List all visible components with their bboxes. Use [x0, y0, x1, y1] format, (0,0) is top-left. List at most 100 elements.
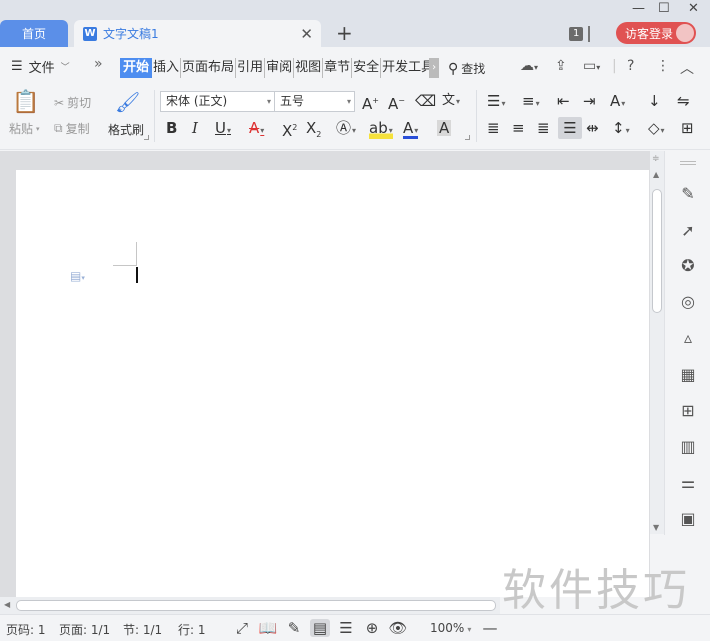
eye-protection-icon[interactable]: 👁 [388, 619, 408, 637]
tab-sections[interactable]: 章节 [323, 58, 353, 78]
scroll-down-icon[interactable]: ▼ [653, 523, 659, 532]
zoom-out-icon[interactable]: — [480, 619, 500, 637]
table-icon[interactable]: ▦ [678, 365, 698, 385]
sort-icon[interactable]: ↓ [648, 93, 661, 109]
login-button[interactable]: 访客登录 [616, 22, 696, 44]
decrease-indent-icon[interactable]: ⇤ [557, 93, 570, 109]
minimize-icon[interactable]: — [632, 1, 645, 16]
font-color-icon[interactable]: A▾ [403, 120, 419, 139]
numbered-list-icon[interactable]: ≡▾ [522, 93, 540, 112]
stack-layers-icon[interactable]: ▵ [678, 328, 698, 348]
text-direction-icon[interactable]: A▾ [610, 93, 625, 112]
tab-insert[interactable]: 插入 [152, 58, 182, 78]
clear-format-icon[interactable]: ⌫ [415, 93, 436, 109]
shrink-font-icon[interactable]: A− [388, 93, 405, 112]
outline-view-icon[interactable]: ☰ [336, 619, 356, 637]
underline-icon[interactable]: U▾ [215, 120, 231, 139]
shapes-icon[interactable]: ◎ [678, 292, 698, 312]
justify-icon[interactable]: ☰ [558, 117, 582, 139]
split-handle-icon[interactable]: ≑ [652, 154, 660, 164]
pen-icon[interactable]: ✎ [678, 184, 698, 204]
vertical-scrollbar[interactable]: ≑ ▲ ▼ [650, 151, 664, 534]
vertical-scroll-thumb[interactable] [652, 189, 662, 313]
highlight-icon[interactable]: ab▾ [369, 120, 393, 139]
phonetic-icon[interactable]: 文▾ [442, 93, 460, 110]
template-icon[interactable]: ▭▾ [583, 58, 600, 74]
bar-chart-icon[interactable]: ▥ [678, 437, 698, 457]
shading-icon[interactable]: ◇▾ [648, 120, 665, 139]
badge-icon[interactable]: ✪ [678, 256, 698, 276]
font-dialog-launcher[interactable] [465, 135, 470, 140]
horizontal-scroll-thumb[interactable] [16, 600, 496, 611]
paragraph-handle-icon[interactable]: ▤▾ [70, 269, 85, 283]
character-shading-icon[interactable]: A [437, 120, 452, 136]
more-options-icon[interactable]: ⋮ [656, 58, 670, 74]
web-view-icon[interactable]: ⊕ [362, 619, 382, 637]
show-marks-icon[interactable]: ⇋ [677, 93, 690, 109]
document-page[interactable]: ▤▾ [16, 170, 649, 597]
collapse-ribbon-icon[interactable]: ︿ [680, 58, 694, 78]
increase-indent-icon[interactable]: ⇥ [583, 93, 596, 109]
page-count-status[interactable]: 页面: 1/1 [59, 621, 110, 638]
align-right-icon[interactable]: ≣ [537, 120, 550, 136]
subscript-icon[interactable]: X2 [306, 120, 321, 143]
section-status[interactable]: 节: 1/1 [123, 621, 162, 638]
document-area[interactable]: ▤▾ [0, 151, 650, 597]
distributed-align-icon[interactable]: ⇹ [586, 120, 599, 136]
find-button[interactable]: ⚲ 查找 [448, 60, 485, 77]
close-window-icon[interactable]: ✕ [688, 1, 699, 16]
apps-grid-icon[interactable]: ⊞ [678, 401, 698, 421]
copy-button[interactable]: ⧉ 复制 [54, 120, 90, 137]
maximize-icon[interactable]: ☐ [658, 1, 670, 16]
tab-page-layout[interactable]: 页面布局 [181, 58, 237, 78]
tab-document[interactable]: W 文字文稿1 ✕ [74, 20, 321, 47]
tab-home[interactable]: 首页 [0, 20, 68, 47]
select-cursor-icon[interactable]: ➚ [678, 221, 698, 241]
cloud-icon[interactable]: ☁▾ [520, 58, 538, 74]
file-menu-button[interactable]: ☰ 文件 ﹀ [11, 57, 70, 76]
tab-developer[interactable]: 开发工具 [381, 58, 429, 78]
settings-sliders-icon[interactable]: ⚌ [678, 473, 698, 493]
expand-menu-icon[interactable]: » [94, 56, 103, 72]
page-view-icon[interactable]: ▤ [310, 619, 330, 637]
bold-icon[interactable]: B [166, 120, 177, 136]
tab-references[interactable]: 引用 [236, 58, 266, 78]
scroll-left-icon[interactable]: ◀ [4, 600, 10, 609]
fullscreen-icon[interactable]: ⤢ [232, 619, 252, 637]
cut-button[interactable]: ✂ 剪切 [54, 94, 91, 111]
borders-icon[interactable]: ⊞ [681, 120, 694, 136]
horizontal-scrollbar[interactable]: ◀ [0, 597, 500, 614]
superscript-icon[interactable]: X2 [282, 120, 297, 139]
font-size-select[interactable]: 五号 ▾ [274, 91, 355, 112]
help-icon[interactable]: ? [627, 58, 634, 74]
format-painter-button[interactable]: 格式刷 [108, 121, 144, 138]
tab-security[interactable]: 安全 [352, 58, 382, 78]
align-left-icon[interactable]: ≣ [487, 120, 500, 136]
italic-icon[interactable]: I [192, 120, 198, 136]
clipboard-dialog-launcher[interactable] [144, 135, 149, 140]
grow-font-icon[interactable]: A+ [362, 93, 379, 112]
tab-view[interactable]: 视图 [294, 58, 324, 78]
panel-drag-handle[interactable] [680, 161, 696, 165]
line-status[interactable]: 行: 1 [178, 621, 206, 638]
scroll-up-icon[interactable]: ▲ [653, 170, 659, 179]
tab-start[interactable]: 开始 [120, 58, 153, 78]
align-center-icon[interactable]: ≡ [512, 120, 525, 136]
read-mode-icon[interactable]: 📖 [258, 619, 278, 637]
font-name-select[interactable]: 宋体 (正文) ▾ [160, 91, 275, 112]
text-effect-icon[interactable]: Ⓐ▾ [336, 120, 356, 139]
line-spacing-icon[interactable]: ↕▾ [612, 120, 630, 139]
zoom-select[interactable]: 100% ▾ [430, 621, 471, 635]
page-number-status[interactable]: 页码: 1 [6, 621, 46, 638]
edit-mode-icon[interactable]: ✎ [284, 619, 304, 637]
paste-icon[interactable]: 📋 [12, 91, 39, 115]
window-count-badge[interactable]: 1 [569, 27, 584, 41]
tabs-scroll-right-icon[interactable]: › [429, 58, 440, 78]
tab-review[interactable]: 审阅 [265, 58, 295, 78]
paste-button[interactable]: 粘贴 ▾ [9, 120, 40, 137]
new-tab-button[interactable]: + [336, 22, 353, 44]
bullet-list-icon[interactable]: ☰▾ [487, 93, 505, 112]
picture-icon[interactable]: ▣ [678, 509, 698, 529]
format-painter-icon[interactable]: 🖌 [115, 91, 140, 113]
strikethrough-icon[interactable]: A▾ [249, 120, 264, 139]
